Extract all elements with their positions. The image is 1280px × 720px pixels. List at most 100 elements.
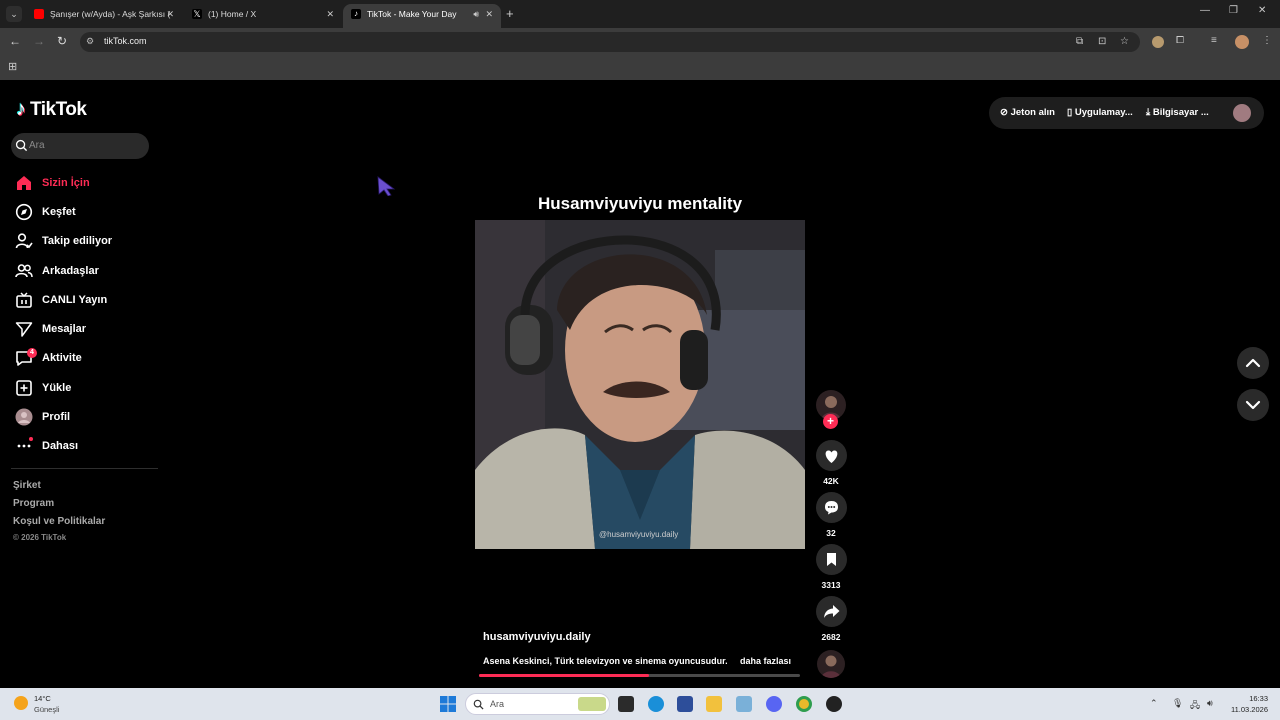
live-icon xyxy=(14,290,34,310)
sidebar-item-live[interactable]: CANLI Yayın xyxy=(14,285,164,314)
sidebar-item-label: Mesajlar xyxy=(42,323,87,336)
tab-youtube[interactable]: Şanışer (w/Ayda) - Aşk Şarkısı ( ✕ xyxy=(26,4,182,28)
system-clock[interactable]: 16:33 11.03.2026 xyxy=(1228,693,1268,715)
tray-overflow-icon[interactable]: ⌃ xyxy=(1150,698,1158,709)
bookmark-icon xyxy=(827,553,836,566)
edge-icon[interactable] xyxy=(648,696,664,712)
video-frame xyxy=(475,220,805,549)
sun-icon[interactable] xyxy=(14,696,28,710)
video-progress-bar[interactable] xyxy=(479,674,800,677)
video-author[interactable]: husamviyuviyu.daily xyxy=(483,631,591,643)
bookmark-star-icon[interactable]: ☆ xyxy=(1120,36,1129,47)
minimize-button[interactable]: — xyxy=(1200,5,1210,16)
sidebar-item-messages[interactable]: Mesajlar xyxy=(14,314,164,343)
sidebar-item-label: Dahası xyxy=(42,440,79,453)
close-icon[interactable]: ✕ xyxy=(326,4,334,24)
comment-button[interactable] xyxy=(816,492,847,523)
share-button[interactable] xyxy=(816,596,847,627)
task-view-icon[interactable] xyxy=(618,696,634,712)
file-explorer-icon[interactable] xyxy=(706,696,722,712)
weather-condition: Güneşli xyxy=(34,705,60,714)
notification-dot xyxy=(29,436,33,441)
maximize-button[interactable]: ❐ xyxy=(1229,5,1238,16)
video-player[interactable]: @husamviyuviyu.daily xyxy=(475,220,805,549)
previous-video-button[interactable] xyxy=(1237,347,1269,379)
extensions-puzzle-icon[interactable]: ⧠ xyxy=(1176,35,1184,46)
tab-search-button[interactable]: ⌄ xyxy=(6,6,22,22)
settings-app-icon[interactable] xyxy=(736,696,752,712)
upload-icon xyxy=(14,378,34,398)
copyright: © 2026 TikTok xyxy=(13,533,67,542)
sidebar-item-for-you[interactable]: Sizin İçin xyxy=(14,168,164,197)
footer-terms-link[interactable]: Koşul ve Politikalar xyxy=(13,516,105,527)
like-button[interactable] xyxy=(816,440,847,471)
close-icon[interactable]: ✕ xyxy=(485,4,493,24)
tiktok-note-icon: ♪ xyxy=(16,98,26,120)
sidebar-nav: Sizin İçin Keşfet Takip ediliyor Arkadaş… xyxy=(14,168,164,461)
follow-button[interactable]: + xyxy=(823,414,838,429)
next-video-button[interactable] xyxy=(1237,389,1269,421)
music-disc-avatar[interactable] xyxy=(817,650,845,678)
tab-title: Şanışer (w/Ayda) - Aşk Şarkısı ( xyxy=(50,9,171,19)
store-icon[interactable] xyxy=(677,696,693,712)
menu-dots-icon[interactable]: ⋮ xyxy=(1262,35,1272,46)
tab-title: (1) Home / X xyxy=(208,9,257,19)
video-title: Husamviyuviyu mentality xyxy=(537,194,743,213)
close-window-button[interactable]: ✕ xyxy=(1258,5,1266,16)
taskbar-search-input[interactable]: Ara xyxy=(465,693,610,715)
back-icon[interactable]: ← xyxy=(9,34,21,48)
extension-icon[interactable] xyxy=(1152,36,1164,48)
footer-company-link[interactable]: Şirket xyxy=(13,480,41,491)
site-info-icon[interactable]: ⚙ xyxy=(86,36,94,47)
microphone-icon[interactable]: 🎙︎ xyxy=(1172,698,1183,709)
get-app-button[interactable]: ▯ Uygulamay... xyxy=(1067,107,1133,118)
reload-icon[interactable]: ↻ xyxy=(57,34,67,48)
brand-name: TikTok xyxy=(30,98,87,120)
windows-start-icon[interactable] xyxy=(440,696,456,712)
translate-icon[interactable]: ⧉ xyxy=(1076,36,1083,47)
new-tab-button[interactable]: + xyxy=(506,6,514,21)
sidebar-item-label: Profil xyxy=(42,411,71,424)
sidebar-item-friends[interactable]: Arkadaşlar xyxy=(14,256,164,285)
tab-x[interactable]: 𝕏 (1) Home / X ✕ xyxy=(184,4,342,28)
save-button[interactable] xyxy=(816,544,847,575)
user-avatar[interactable] xyxy=(1235,35,1249,49)
sidebar-item-more[interactable]: Dahası xyxy=(14,432,164,461)
tiktok-logo[interactable]: ♪ TikTok xyxy=(16,98,87,121)
browser-toolbar: ← → ↻ ⚙ tikTok.com ⧉ ⊡ ☆ ⧠ ≡ ⋮ xyxy=(0,28,1280,56)
clock-date: 11.03.2026 xyxy=(1231,705,1268,714)
sidebar-item-following[interactable]: Takip ediliyor xyxy=(14,227,164,256)
sidebar-item-explore[interactable]: Keşfet xyxy=(14,197,164,226)
network-icon[interactable]: 🖧︎ xyxy=(1190,698,1200,714)
footer-program-link[interactable]: Program xyxy=(13,498,54,509)
chrome-icon[interactable] xyxy=(796,696,812,712)
cast-icon[interactable]: ⊡ xyxy=(1098,36,1106,47)
search-placeholder: Ara xyxy=(29,140,45,151)
activity-badge: 4 xyxy=(27,347,37,358)
sidebar-divider xyxy=(11,468,158,469)
speaker-icon[interactable]: 🔊︎ xyxy=(473,4,479,24)
sidebar-item-upload[interactable]: Yükle xyxy=(14,373,164,402)
forward-icon[interactable]: → xyxy=(33,34,45,48)
steam-icon[interactable] xyxy=(826,696,842,712)
user-avatar[interactable] xyxy=(1233,104,1251,122)
more-button[interactable]: daha fazlası xyxy=(740,656,791,666)
chevron-down-icon xyxy=(1245,400,1261,410)
sidebar-item-label: Aktivite xyxy=(42,352,82,365)
search-input[interactable]: Ara xyxy=(11,133,149,159)
sidebar-item-label: Takip ediliyor xyxy=(42,235,113,248)
desktop-app-button[interactable]: ⤓ Bilgisayar ... xyxy=(1146,107,1209,118)
url-text[interactable]: tikTok.com xyxy=(104,36,147,46)
media-control-icon[interactable]: ≡ xyxy=(1211,35,1217,46)
close-icon[interactable]: ✕ xyxy=(166,4,174,24)
video-watermark: @husamviyuviyu.daily xyxy=(599,530,679,539)
tiktok-icon: ♪ xyxy=(351,9,361,19)
apps-grid-icon[interactable]: ⊞ xyxy=(8,60,17,73)
tab-tiktok[interactable]: ♪ TikTok - Make Your Day 🔊︎ ✕ xyxy=(343,4,501,28)
address-bar[interactable]: ⚙ tikTok.com ⧉ ⊡ ☆ xyxy=(80,32,1140,52)
sidebar-item-activity[interactable]: 4 Aktivite xyxy=(14,344,164,373)
discord-icon[interactable] xyxy=(766,696,782,712)
volume-icon[interactable]: 🔊︎ xyxy=(1207,698,1213,709)
get-coins-button[interactable]: ⊘ Jeton alın xyxy=(1000,107,1055,118)
sidebar-item-profile[interactable]: Profil xyxy=(14,402,164,431)
